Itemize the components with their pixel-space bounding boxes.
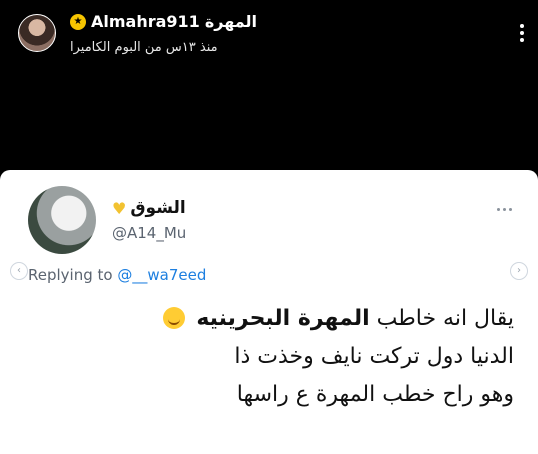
tweet-line-2: الدنيا دول تركت نايف وخذت ذا bbox=[234, 344, 514, 369]
tweet-line-1-prefix: يقال انه خاطب bbox=[376, 306, 514, 331]
tweet-card: الشوق ♥ @A14_Mu ‹ › Replying to @__wa7ee… bbox=[0, 170, 538, 454]
story-username: Almahra911 bbox=[91, 12, 200, 31]
tweet-more-icon[interactable] bbox=[497, 208, 512, 211]
tweet-name-line[interactable]: الشوق ♥ bbox=[112, 198, 186, 218]
reply-prefix: Replying to bbox=[28, 266, 113, 284]
tweet-handle[interactable]: @A14_Mu bbox=[112, 224, 186, 242]
star-badge-icon: ★ bbox=[70, 13, 86, 30]
reply-user-link[interactable]: @__wa7eed bbox=[117, 266, 206, 284]
tweet-text: يقال انه خاطب المهرة البحرينيه الدنيا دو… bbox=[34, 300, 514, 414]
next-arrow-icon[interactable]: › bbox=[510, 262, 528, 280]
yellow-heart-icon: ♥ bbox=[112, 198, 127, 218]
story-header: ★ Almahra911 المهرة منذ ١٣س من البوم الك… bbox=[0, 0, 538, 70]
story-avatar[interactable] bbox=[18, 14, 56, 52]
tweet-display-name: الشوق bbox=[130, 198, 186, 218]
story-user-line[interactable]: ★ Almahra911 المهرة bbox=[70, 12, 257, 31]
replying-to: Replying to @__wa7eed bbox=[28, 266, 206, 284]
story-subtitle: منذ ١٣س من البوم الكاميرا bbox=[70, 40, 218, 55]
tweet-line-1: يقال انه خاطب المهرة البحرينيه bbox=[34, 300, 514, 338]
tweet-line-3: وهو راح خطب المهرة ع راسها bbox=[236, 382, 514, 407]
story-display-name: المهرة bbox=[204, 12, 257, 31]
tweet-line-1-bold: المهرة البحرينيه bbox=[196, 306, 370, 331]
tweet-avatar[interactable] bbox=[28, 186, 96, 254]
rofl-emoji-icon bbox=[163, 307, 186, 329]
story-more-icon[interactable] bbox=[520, 24, 524, 42]
prev-arrow-icon[interactable]: ‹ bbox=[10, 262, 28, 280]
